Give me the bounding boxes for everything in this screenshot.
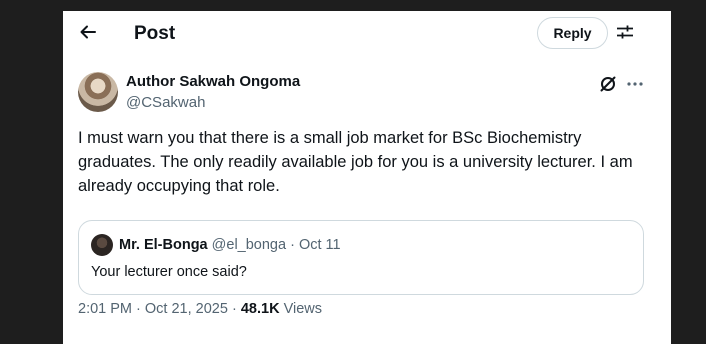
post-meta: 2:01 PM · Oct 21, 2025 · 48.1K Views: [78, 301, 322, 317]
quote-author-handle[interactable]: @el_bonga: [212, 237, 286, 253]
post-date[interactable]: Oct 21, 2025: [145, 301, 228, 317]
quote-header: Mr. El-Bonga @el_bonga · Oct 11: [119, 237, 341, 253]
more-horizontal-icon[interactable]: [624, 73, 646, 95]
grok-icon[interactable]: [597, 73, 619, 95]
page-title: Post: [134, 23, 176, 44]
quote-avatar[interactable]: [91, 234, 113, 256]
reply-button[interactable]: Reply: [537, 17, 608, 49]
views-label: Views: [283, 301, 322, 317]
views-count: 48.1K: [240, 301, 280, 317]
quote-separator: ·: [290, 237, 295, 253]
post-time[interactable]: 2:01 PM: [78, 301, 132, 317]
author-avatar[interactable]: [78, 72, 118, 112]
post-header: Post Reply: [63, 11, 671, 57]
post-detail-panel: Post Reply Author Sakwah Ongoma @CSakwah…: [63, 11, 671, 344]
author-handle[interactable]: @CSakwah: [126, 94, 205, 111]
author-name[interactable]: Author Sakwah Ongoma: [126, 73, 300, 90]
back-button[interactable]: [75, 21, 101, 47]
quote-date[interactable]: Oct 11: [299, 237, 341, 253]
arrow-left-icon: [78, 22, 98, 47]
sliders-icon: [616, 23, 634, 46]
adjust-button[interactable]: [613, 22, 637, 46]
meta-separator-1: ·: [136, 301, 141, 317]
meta-separator-2: ·: [231, 301, 237, 317]
quoted-post[interactable]: Mr. El-Bonga @el_bonga · Oct 11 Your lec…: [78, 220, 644, 295]
post-text: I must warn you that there is a small jo…: [78, 129, 633, 195]
quote-text: Your lecturer once said?: [91, 264, 247, 280]
quote-author-name[interactable]: Mr. El-Bonga: [119, 237, 208, 253]
